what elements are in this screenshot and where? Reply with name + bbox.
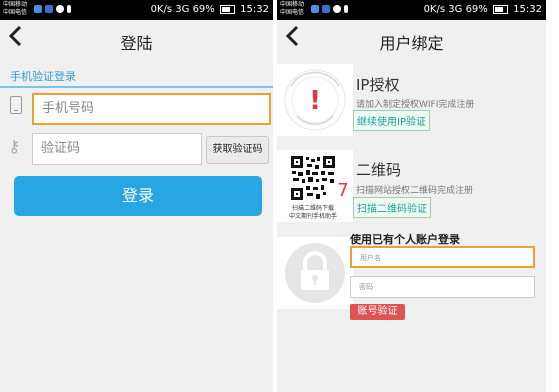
signal-icon: 3G xyxy=(448,4,463,15)
title-bar: 用户绑定 xyxy=(277,20,546,61)
status-bar: 中国移动 中国电信 0K/s 3G 69% 15:32 xyxy=(277,0,546,20)
lock-card xyxy=(277,237,353,309)
qr-brand-digit: 7 xyxy=(337,180,348,201)
ip-auth-title: IP授权 xyxy=(356,76,400,94)
verification-code-input[interactable]: 验证码 xyxy=(32,133,202,165)
qr-subtitle: 扫描网站授权二维码完成注册 xyxy=(356,186,474,196)
battery-percent: 69% xyxy=(192,4,215,15)
page-title: 登陆 xyxy=(120,34,153,53)
notification-icons xyxy=(34,5,71,13)
phone-icon xyxy=(10,96,22,114)
get-code-button[interactable]: 获取验证码 xyxy=(206,136,269,164)
qr-caption-2: 中文期刊手机助手 xyxy=(289,212,337,220)
ip-auth-illustration: ! xyxy=(277,64,353,136)
app-icon xyxy=(45,5,53,13)
password-input[interactable]: 密码 xyxy=(350,276,535,298)
network-speed: 0K/s xyxy=(150,4,173,15)
qr-code-icon: 7 扫描二维码下载 中文期刊手机助手 xyxy=(289,156,349,220)
battery-icon xyxy=(492,4,508,14)
usb-icon xyxy=(67,5,71,13)
battery-icon xyxy=(219,4,235,14)
app-icon xyxy=(322,5,330,13)
carrier-line-2: 中国电信 xyxy=(3,9,28,16)
wifi-warning-icon: ! xyxy=(284,69,346,131)
clock: 15:32 xyxy=(240,4,269,15)
account-login-label: 使用已有个人账户登录 xyxy=(350,233,460,246)
login-button[interactable]: 登录 xyxy=(14,176,262,216)
lock-icon xyxy=(285,243,345,303)
status-bar: 中国移动 中国电信 0K/s 3G 69% 15:32 xyxy=(0,0,273,20)
battery-percent: 69% xyxy=(465,4,488,15)
account-verify-button[interactable]: 账号验证 xyxy=(350,304,405,320)
status-right: 0K/s 3G 69% 15:32 xyxy=(424,4,542,16)
carrier-line-1: 中国移动 xyxy=(3,1,28,8)
carrier-line-2: 中国电信 xyxy=(280,9,305,16)
notification-icons xyxy=(311,5,348,13)
carrier-info: 中国移动 中国电信 xyxy=(3,1,27,17)
status-right: 0K/s 3G 69% 15:32 xyxy=(151,4,269,16)
phone-number-input[interactable]: 手机号码 xyxy=(32,93,271,125)
qr-title: 二维码 xyxy=(356,161,402,179)
qr-caption-1: 扫描二维码下载 xyxy=(292,204,334,212)
page-title: 用户绑定 xyxy=(379,34,444,53)
cloud-icon xyxy=(311,5,319,13)
ip-auth-subtitle: 请加入制定授权WIFI完成注册 xyxy=(356,100,475,110)
message-icon xyxy=(56,5,64,13)
network-speed: 0K/s xyxy=(423,4,446,15)
usb-icon xyxy=(344,5,348,13)
cloud-icon xyxy=(34,5,42,13)
exclamation-mark: ! xyxy=(309,86,321,116)
tab-underline xyxy=(0,86,273,88)
tab-phone-login[interactable]: 手机验证登录 xyxy=(10,68,76,84)
key-icon: ⚷ xyxy=(8,137,21,157)
clock: 15:32 xyxy=(513,4,542,15)
qr-scan-button[interactable]: 扫描二维码验证 xyxy=(353,197,431,218)
message-icon xyxy=(333,5,341,13)
username-input[interactable]: 用户名 xyxy=(350,246,535,268)
ip-verify-button[interactable]: 继续使用IP验证 xyxy=(353,110,430,131)
carrier-line-1: 中国移动 xyxy=(280,1,305,8)
bind-user-screen: 中国移动 中国电信 0K/s 3G 69% 15:32 用户绑定 ! IP授权 … xyxy=(277,0,546,392)
login-screen: 中国移动 中国电信 0K/s 3G 69% 15:32 登陆 手机验证登录 手机… xyxy=(0,0,273,392)
title-bar: 登陆 xyxy=(0,20,273,61)
carrier-info: 中国移动 中国电信 xyxy=(280,1,304,17)
qr-code-card: 7 扫描二维码下载 中文期刊手机助手 xyxy=(277,150,353,222)
signal-icon: 3G xyxy=(175,4,190,15)
